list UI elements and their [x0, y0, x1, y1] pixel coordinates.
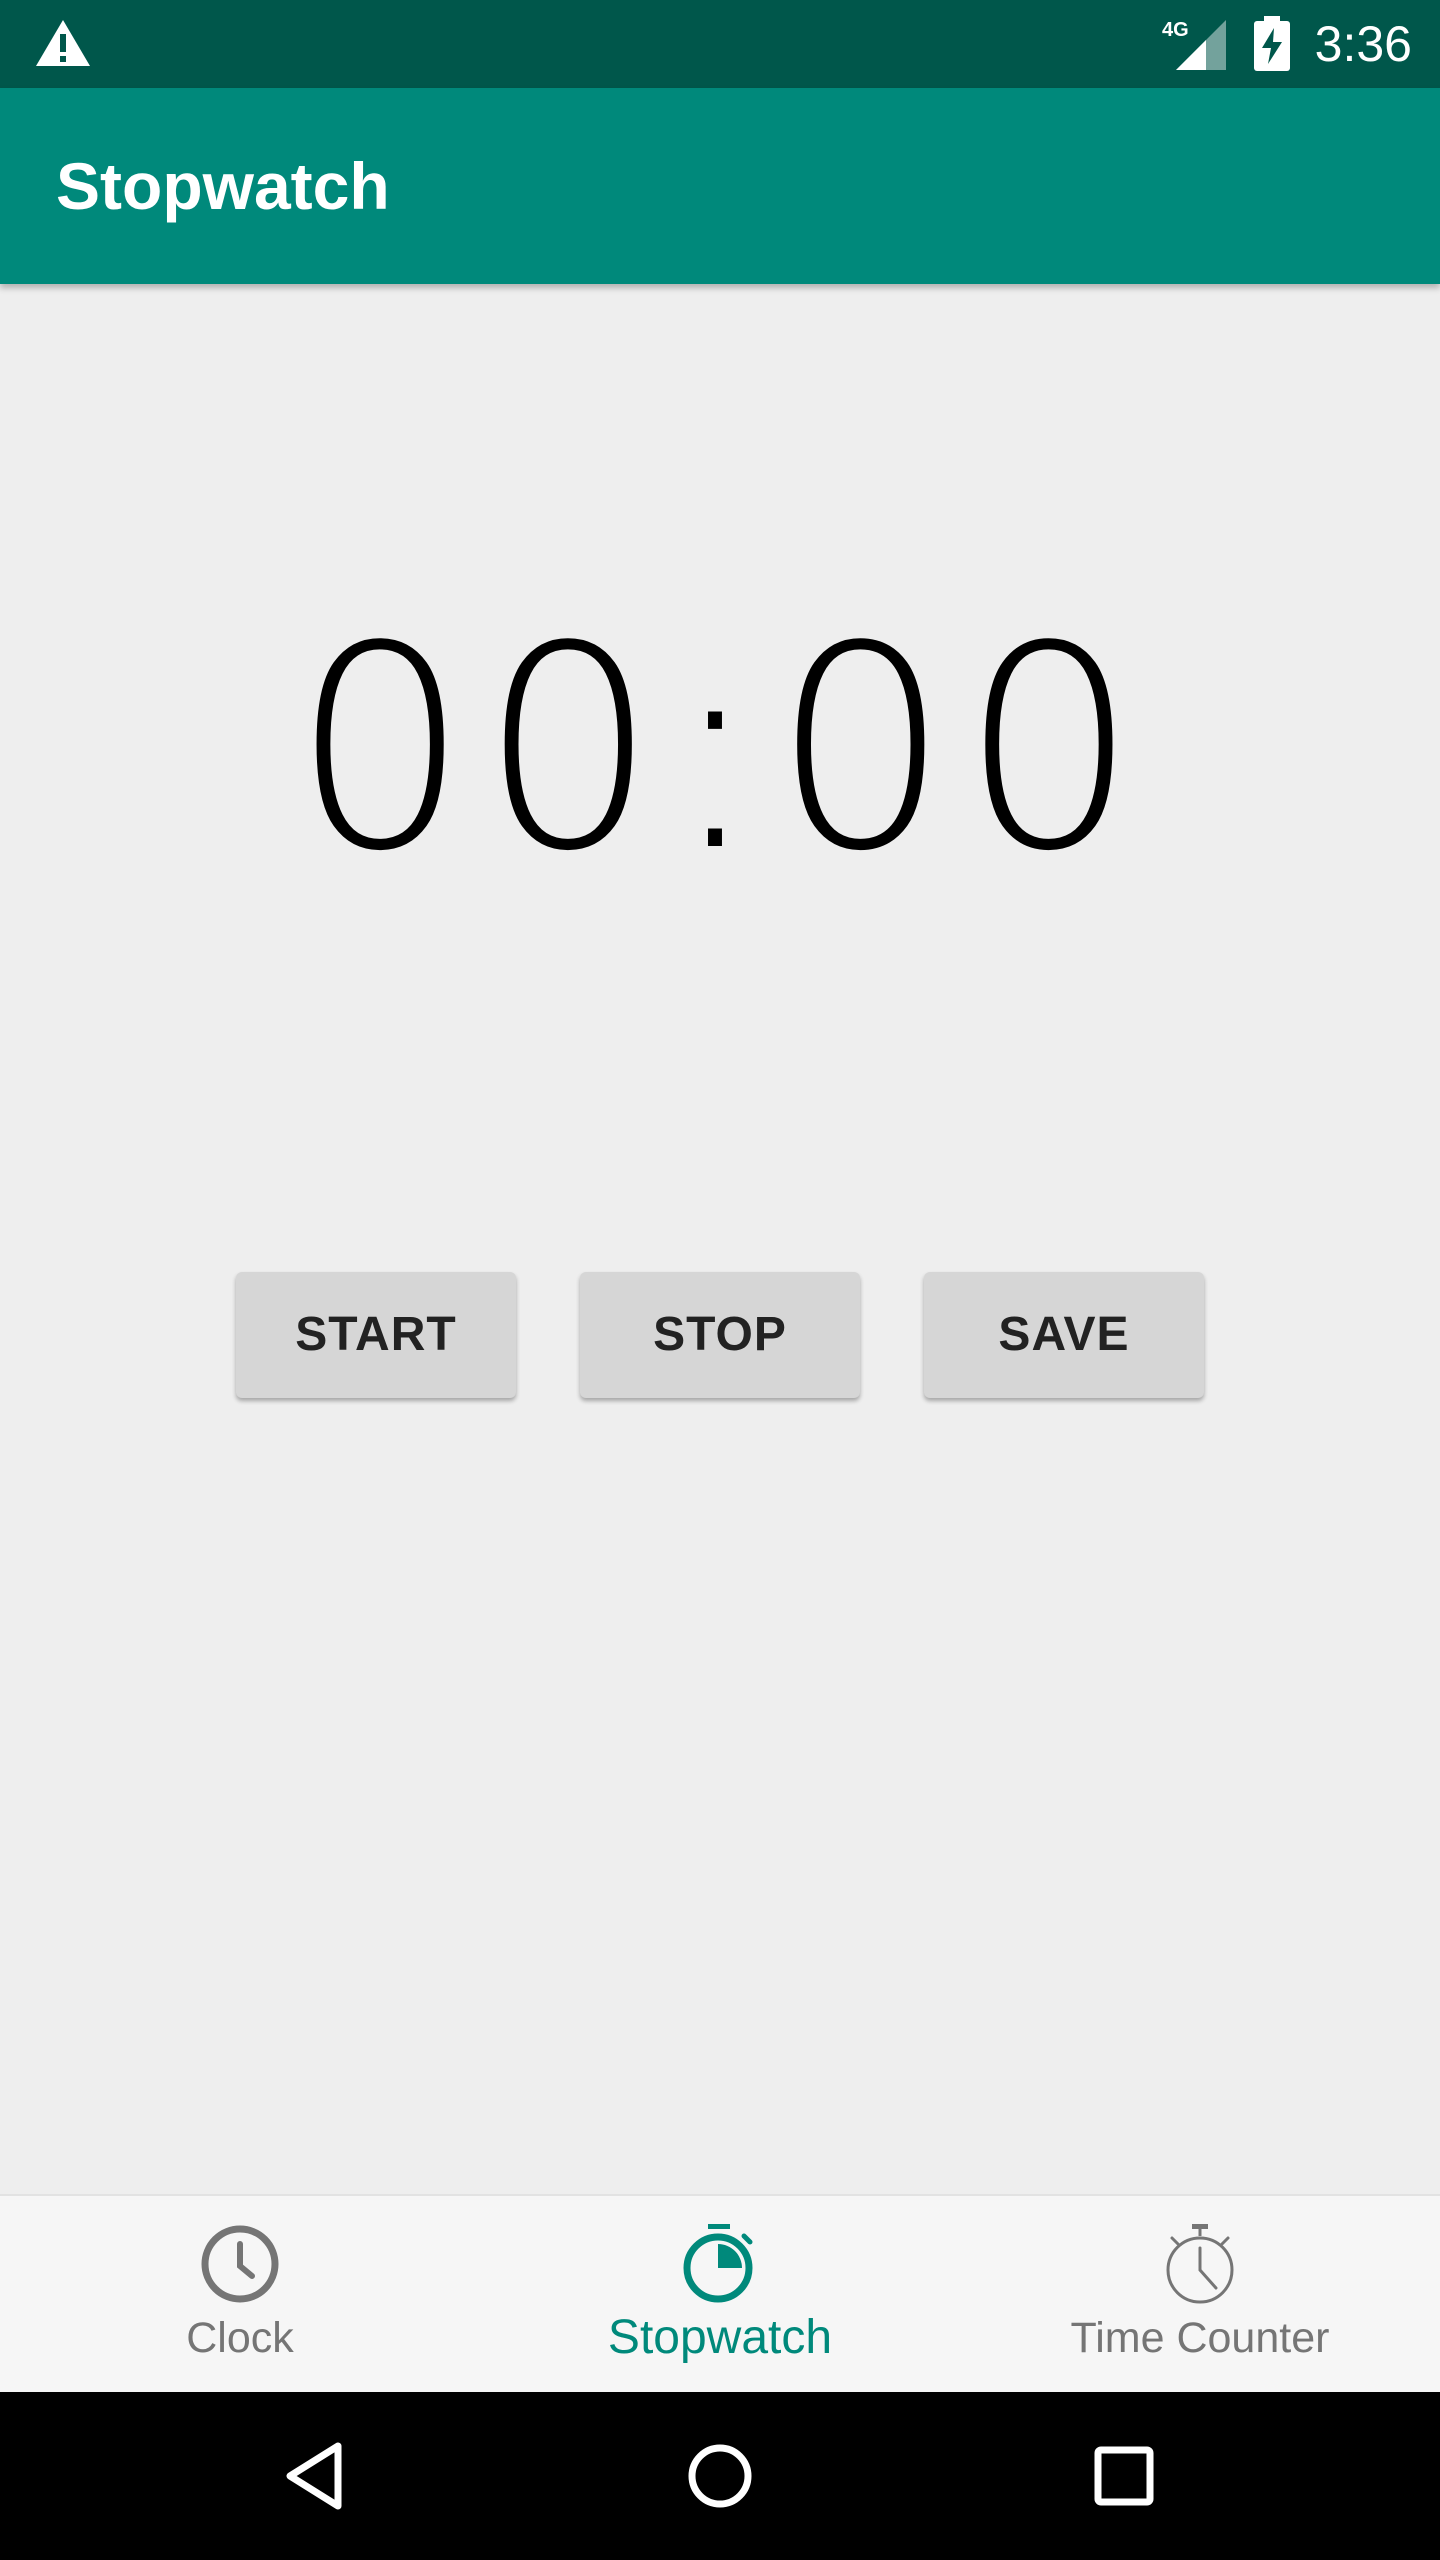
signal-icon: 4G — [1162, 19, 1226, 70]
stop-button[interactable]: STOP — [580, 1272, 860, 1398]
battery-charging-icon — [1254, 16, 1290, 71]
nav-item-time-counter[interactable]: Time Counter — [960, 2196, 1440, 2394]
svg-text:4G: 4G — [1162, 19, 1189, 41]
recents-icon[interactable] — [1084, 2436, 1164, 2516]
save-button[interactable]: SAVE — [924, 1272, 1204, 1398]
back-icon[interactable] — [276, 2436, 356, 2516]
start-button[interactable]: START — [236, 1272, 516, 1398]
nav-label-stopwatch: Stopwatch — [607, 2311, 833, 2364]
nav-item-clock[interactable]: Clock — [0, 2196, 480, 2394]
page-title: Stopwatch — [56, 149, 390, 223]
nav-item-stopwatch[interactable]: Stopwatch — [480, 2196, 960, 2394]
system-navigation-bar — [0, 2392, 1440, 2560]
nav-label-time-counter: Time Counter — [1070, 2314, 1330, 2362]
clock-icon — [201, 2225, 279, 2303]
home-icon[interactable] — [680, 2436, 760, 2516]
timer-display: 00:00 — [291, 587, 1149, 913]
bottom-navigation: Clock Stopwatch Time Counter — [0, 2194, 1440, 2394]
stopwatch-icon — [683, 2224, 753, 2303]
status-time: 3:36 — [1314, 16, 1412, 72]
warning-icon — [36, 20, 90, 66]
app-bar: Stopwatch — [0, 88, 1440, 284]
timer-icon — [1166, 2224, 1234, 2304]
nav-label-clock: Clock — [186, 2314, 294, 2362]
status-bar: 4G 3:36 — [0, 0, 1440, 88]
